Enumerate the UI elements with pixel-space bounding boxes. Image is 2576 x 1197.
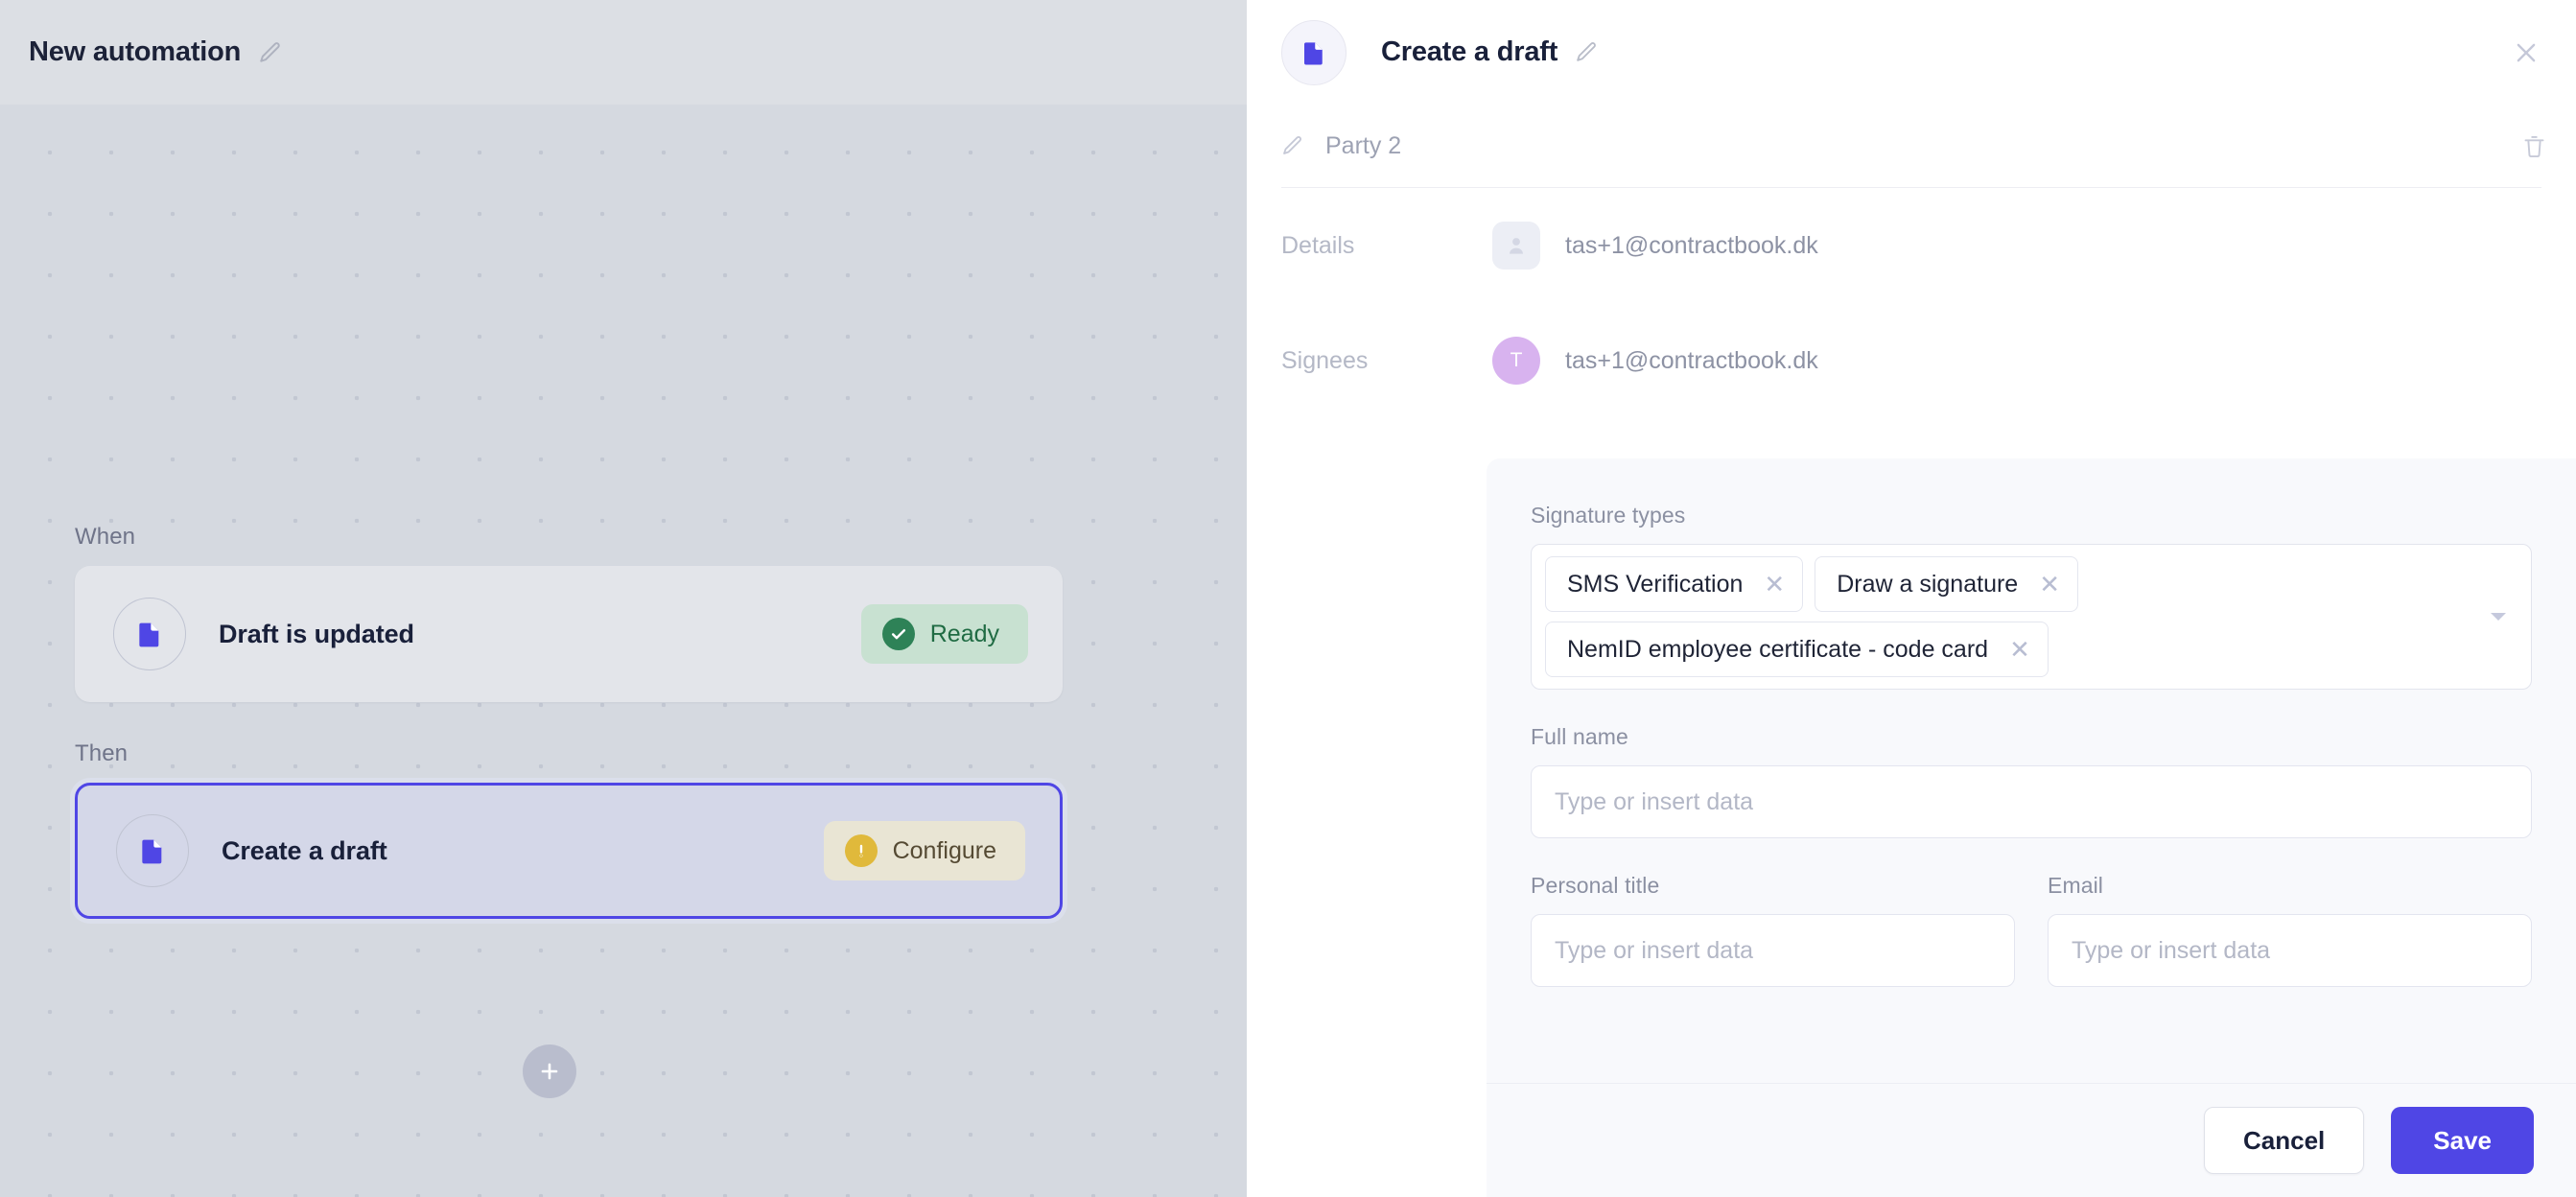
then-section-label: Then xyxy=(75,740,129,766)
delete-party-button[interactable] xyxy=(2521,133,2547,159)
edit-automation-name-pencil-icon[interactable] xyxy=(258,40,283,65)
signature-types-multiselect[interactable]: SMS Verification ✕ Draw a signature ✕ Ne… xyxy=(1531,544,2532,690)
chip-label: SMS Verification xyxy=(1567,570,1744,598)
party-name-label: Party 2 xyxy=(1325,131,1402,159)
plus-icon xyxy=(541,1063,558,1080)
document-icon xyxy=(142,839,162,864)
trigger-icon-ring xyxy=(113,598,186,670)
title-email-row: Personal title Email xyxy=(1531,873,2532,987)
automation-header-bar: New automation xyxy=(0,0,1247,105)
signee-form-card: Signature types SMS Verification ✕ Draw … xyxy=(1487,458,2576,1187)
exclamation-circle-icon xyxy=(844,834,878,867)
check-circle-icon xyxy=(881,618,915,650)
action-status-label: Configure xyxy=(892,836,996,864)
document-icon xyxy=(139,622,159,647)
panel-body: Party 2 Details tas+1@contractbook.dk Si… xyxy=(1247,105,2576,1197)
document-icon xyxy=(1304,41,1323,64)
signature-type-chip[interactable]: Draw a signature ✕ xyxy=(1815,556,2078,612)
chip-label: Draw a signature xyxy=(1837,570,2019,598)
automation-builder-screen: New automation When Draft is updated Rea… xyxy=(0,0,2576,1197)
save-button[interactable]: Save xyxy=(2391,1107,2534,1174)
cancel-button[interactable]: Cancel xyxy=(2204,1107,2365,1174)
remove-chip-icon[interactable]: ✕ xyxy=(2009,637,2030,662)
action-card-create-a-draft[interactable]: Create a draft Configure xyxy=(75,783,1063,919)
trigger-status-label: Ready xyxy=(929,620,999,647)
signees-label: Signees xyxy=(1281,346,1369,374)
action-card-title: Create a draft xyxy=(222,835,387,865)
when-section-label: When xyxy=(75,524,136,550)
details-value-group: tas+1@contractbook.dk xyxy=(1492,222,1818,270)
trash-icon xyxy=(2524,135,2544,157)
flow-container: When Draft is updated Ready Then Create … xyxy=(75,524,1072,919)
details-row: Details tas+1@contractbook.dk xyxy=(1247,188,2576,303)
add-step-button[interactable] xyxy=(523,1044,576,1098)
trigger-status-badge-ready[interactable]: Ready xyxy=(860,604,1028,664)
remove-chip-icon[interactable]: ✕ xyxy=(1764,572,1785,597)
flow-canvas: When Draft is updated Ready Then Create … xyxy=(0,105,1247,1197)
full-name-input[interactable] xyxy=(1531,765,2532,838)
signees-email: tas+1@contractbook.dk xyxy=(1565,346,1818,374)
personal-title-group: Personal title xyxy=(1531,873,2015,987)
configure-action-panel: Create a draft Party 2 Details tas+1@con… xyxy=(1247,0,2576,1197)
trigger-card-title: Draft is updated xyxy=(219,619,414,648)
full-name-label: Full name xyxy=(1531,724,1628,749)
panel-footer: Cancel Save xyxy=(1487,1083,2576,1197)
person-icon xyxy=(1492,222,1540,270)
action-icon-ring xyxy=(116,814,189,887)
email-group: Email xyxy=(2048,873,2532,987)
signature-types-group: Signature types SMS Verification ✕ Draw … xyxy=(1531,503,2532,690)
edit-party-pencil-icon[interactable] xyxy=(1281,134,1304,157)
party-header-row: Party 2 xyxy=(1247,105,2576,187)
person-icon xyxy=(1510,238,1523,254)
email-input[interactable] xyxy=(2048,914,2532,987)
details-email: tas+1@contractbook.dk xyxy=(1565,231,1818,259)
panel-header: Create a draft xyxy=(1247,0,2576,105)
full-name-group: Full name xyxy=(1531,724,2532,838)
edit-panel-title-pencil-icon[interactable] xyxy=(1575,40,1599,64)
signees-value-group: T tas+1@contractbook.dk xyxy=(1492,337,1818,385)
chip-label: NemID employee certificate - code card xyxy=(1567,635,1989,663)
signature-types-label: Signature types xyxy=(1531,503,1686,528)
email-label: Email xyxy=(2048,873,2104,898)
details-label: Details xyxy=(1281,231,1355,259)
chevron-down-icon[interactable] xyxy=(2489,610,2508,623)
action-status-badge-configure[interactable]: Configure xyxy=(823,821,1025,880)
signature-type-chip[interactable]: NemID employee certificate - code card ✕ xyxy=(1545,622,2049,677)
personal-title-label: Personal title xyxy=(1531,873,1660,898)
signature-type-chip[interactable]: SMS Verification ✕ xyxy=(1545,556,1804,612)
signees-row: Signees T tas+1@contractbook.dk xyxy=(1247,303,2576,418)
remove-chip-icon[interactable]: ✕ xyxy=(2039,572,2060,597)
close-icon xyxy=(2517,43,2536,61)
panel-title: Create a draft xyxy=(1381,36,1558,67)
page-title: New automation xyxy=(29,36,242,67)
panel-icon-ring xyxy=(1281,19,1347,85)
personal-title-input[interactable] xyxy=(1531,914,2015,987)
avatar: T xyxy=(1492,337,1540,385)
automation-canvas-pane: New automation When Draft is updated Rea… xyxy=(0,0,1247,1197)
trigger-card-draft-is-updated[interactable]: Draft is updated Ready xyxy=(75,566,1063,702)
close-panel-button[interactable] xyxy=(2503,30,2549,76)
